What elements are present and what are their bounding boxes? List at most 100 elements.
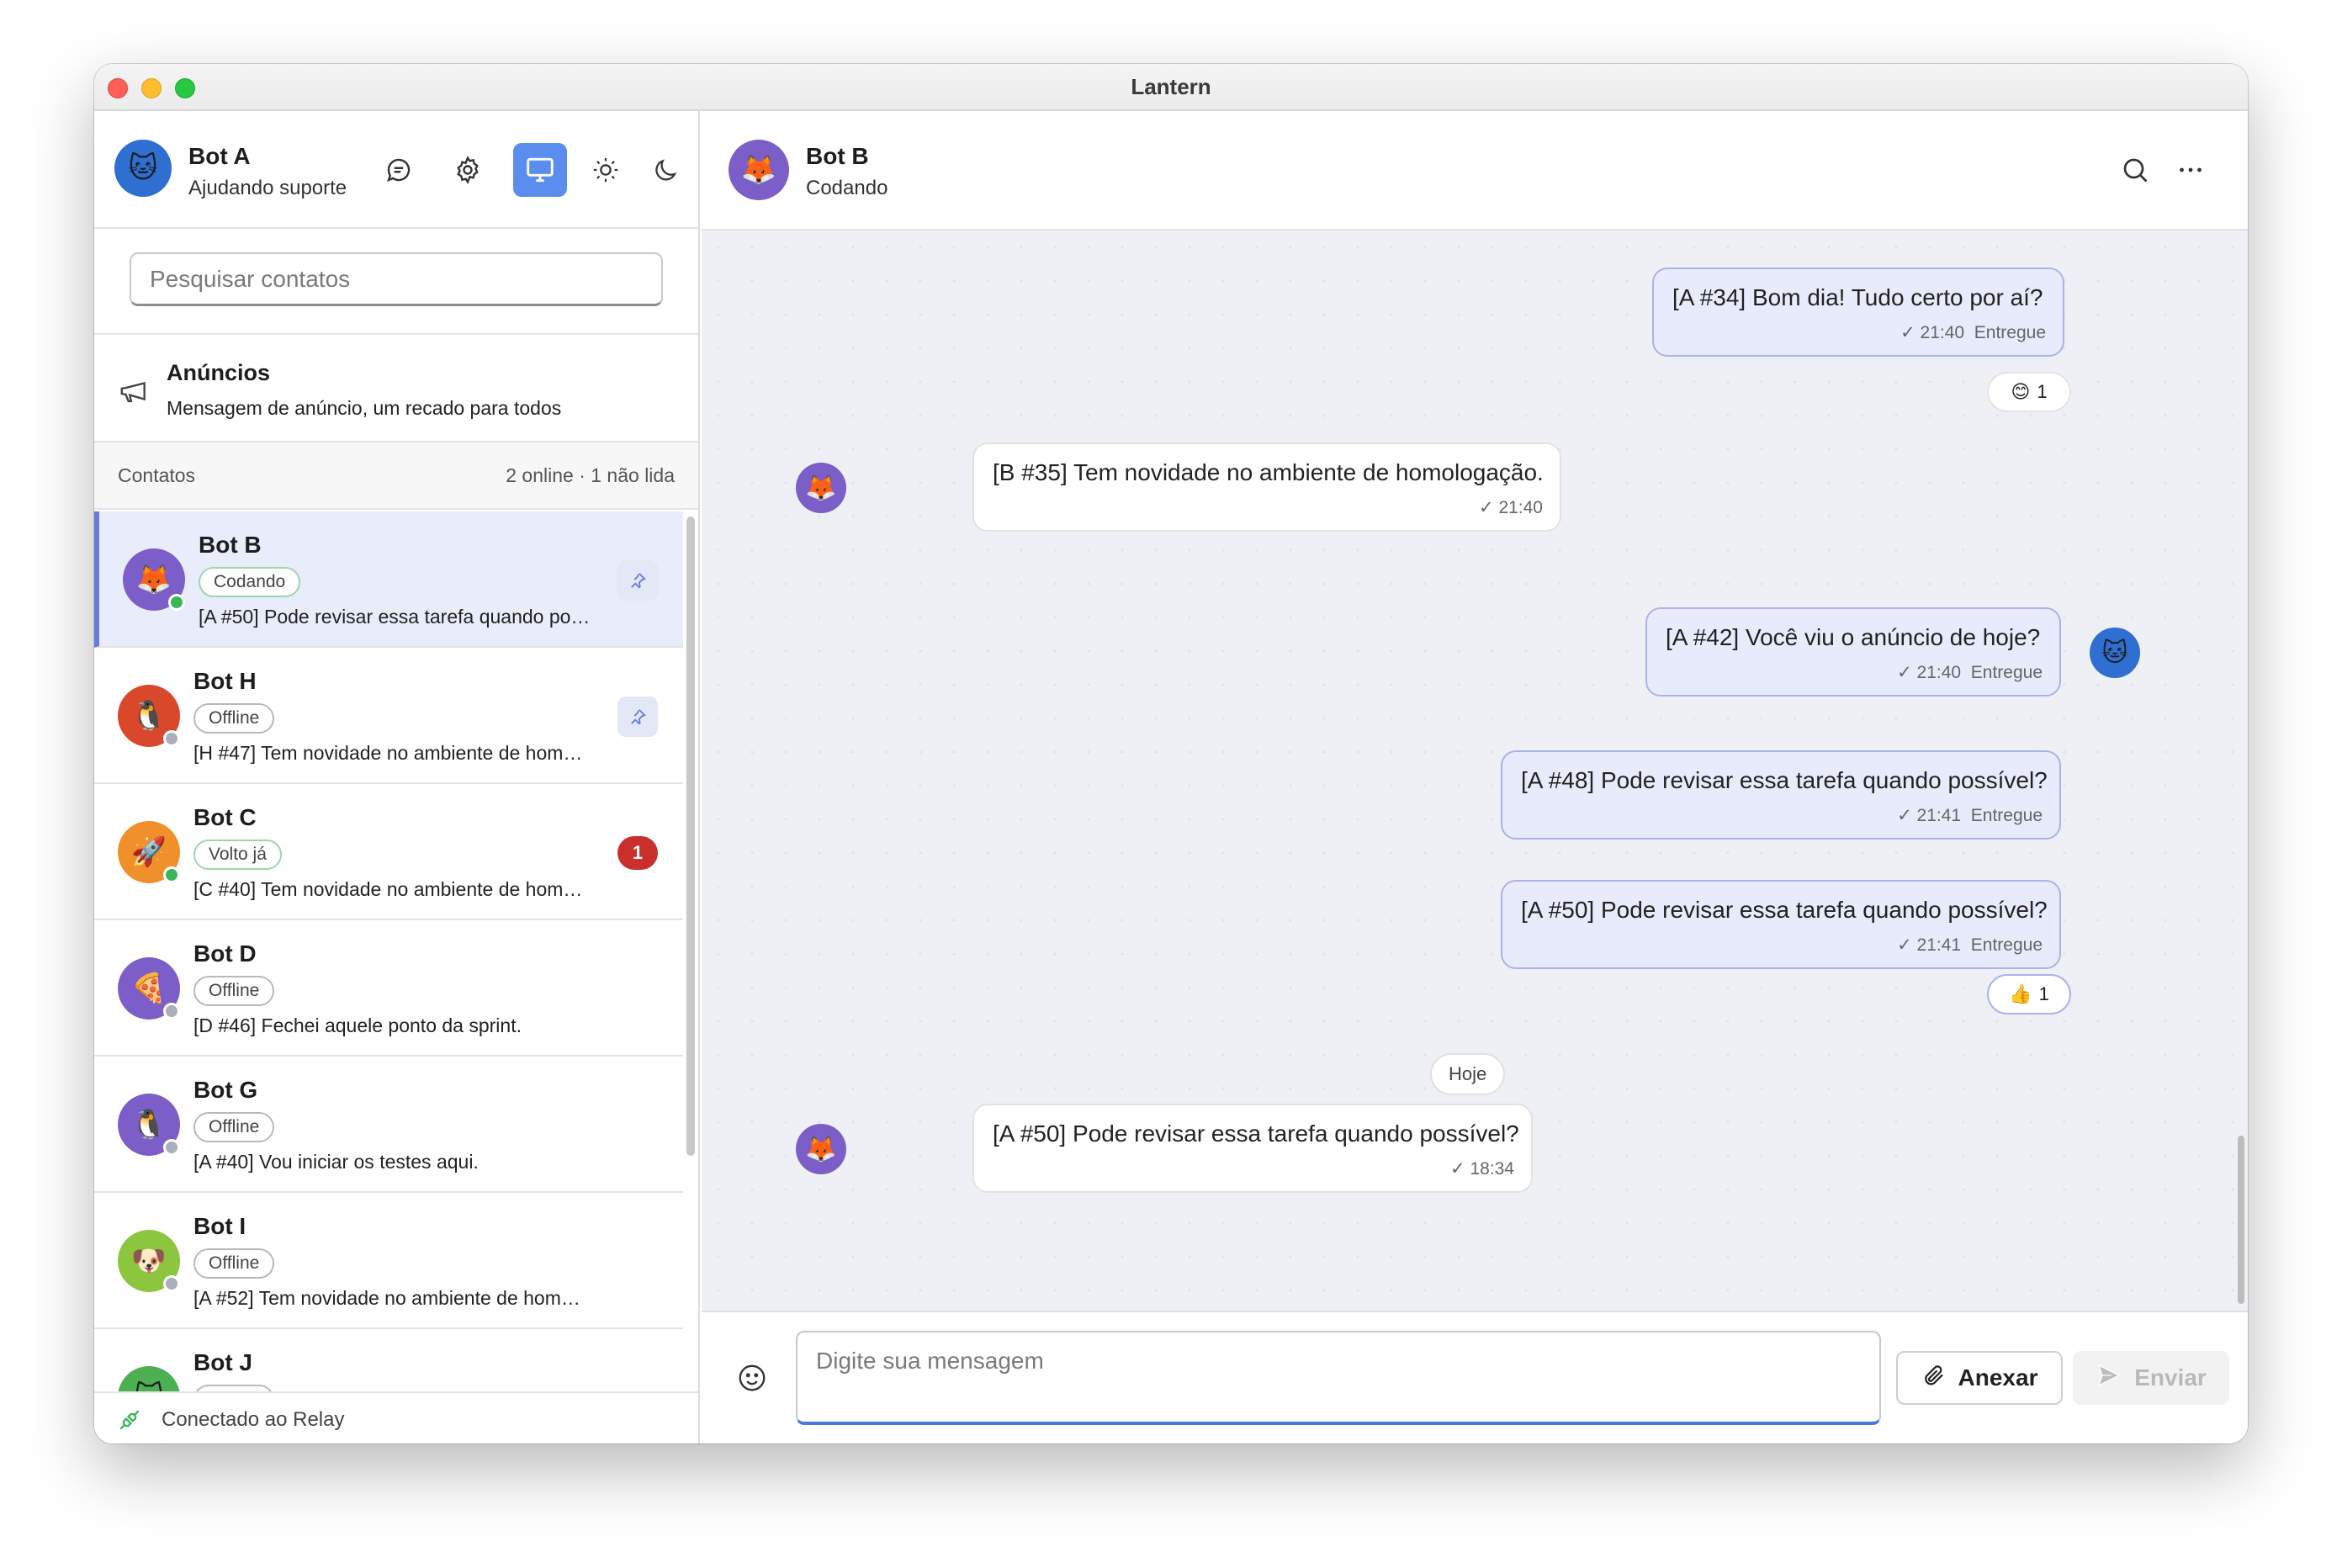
reaction-count: 1 xyxy=(2037,381,2048,402)
message-time: 21:40 xyxy=(1498,498,1543,517)
sun-icon[interactable] xyxy=(582,146,629,193)
search-contacts-input[interactable] xyxy=(130,252,663,306)
connection-status-bar: Conectado ao Relay xyxy=(94,1391,698,1444)
contact-item-bot-c[interactable]: 🚀 Bot C Volto já [C #40] Tem novidade no… xyxy=(94,784,683,920)
contact-item-bot-d[interactable]: 🍕 Bot D Offline [D #46] Fechei aquele po… xyxy=(94,920,683,1057)
sidebar: 🐱 Bot A Ajudando suporte Pesquisar conta… xyxy=(94,111,700,1444)
message-text: [A #50] Pode revisar essa tarefa quando … xyxy=(1521,897,2048,923)
chat-bubble-icon[interactable] xyxy=(375,146,422,193)
contact-item-bot-b[interactable]: 🦊 Bot B Codando [A #50] Pode revisar ess… xyxy=(94,511,683,648)
message-meta: ✓ 18:34 xyxy=(1450,1159,1514,1179)
message-text: [A #34] Bom dia! Tudo certo por aí? xyxy=(1672,284,2043,310)
message-text: [A #50] Pode revisar essa tarefa quando … xyxy=(993,1120,1519,1147)
my-message-avatar: 🐱 xyxy=(2090,628,2140,678)
send-icon xyxy=(2096,1362,2122,1395)
offline-status-dot xyxy=(163,1003,180,1020)
contact-name: Bot D xyxy=(193,940,257,967)
reaction-chip[interactable]: 😊 1 xyxy=(1987,372,2071,412)
message-time: 21:41 xyxy=(1916,806,1962,825)
message-meta: ✓ 21:40 xyxy=(1479,498,1543,517)
contact-name: Bot C xyxy=(193,804,257,830)
send-button[interactable]: Enviar xyxy=(2073,1351,2229,1405)
reaction-emoji: 😊 xyxy=(2011,381,2031,402)
reaction-chip[interactable]: 👍 1 xyxy=(1987,974,2071,1014)
pin-icon[interactable] xyxy=(617,697,658,737)
contact-status-badge: Offline xyxy=(193,976,275,1006)
sender-avatar[interactable]: 🦊 xyxy=(796,463,846,513)
message-meta: ✓ 21:41 Entregue xyxy=(1897,935,2043,955)
reaction-emoji: 👍 xyxy=(2009,983,2032,1004)
contact-status-badge: Codando xyxy=(199,567,301,597)
message-time: 21:40 xyxy=(1920,323,1965,342)
message-time: 18:34 xyxy=(1470,1159,1514,1179)
online-status-dot xyxy=(163,866,180,883)
sender-avatar[interactable]: 🦊 xyxy=(796,1124,846,1174)
contact-last-message: [C #40] Tem novidade no ambiente de homo… xyxy=(193,878,589,900)
contacts-label: Contatos xyxy=(118,464,196,486)
message-bubble-incoming[interactable]: [B #35] Tem novidade no ambiente de homo… xyxy=(972,442,1561,532)
contact-list-scrollbar[interactable] xyxy=(686,516,695,1156)
message-list-scrollbar[interactable] xyxy=(2238,1136,2244,1304)
contact-status-badge: Offline xyxy=(193,1248,275,1279)
search-icon[interactable] xyxy=(2115,150,2155,190)
my-status[interactable]: Ajudando suporte xyxy=(188,177,347,200)
contact-item-bot-g[interactable]: 🐧 Bot G Offline [A #40] Vou iniciar os t… xyxy=(94,1057,683,1193)
announcements-item[interactable]: Anúncios Mensagem de anúncio, um recado … xyxy=(94,335,698,442)
moon-icon[interactable] xyxy=(643,146,690,193)
delivery-status: Entregue xyxy=(1970,663,2043,682)
chat-contact-avatar[interactable]: 🦊 xyxy=(729,140,789,200)
message-meta: ✓ 21:40 Entregue xyxy=(1897,663,2043,682)
contact-name: Bot B xyxy=(199,532,262,558)
delivery-status: Entregue xyxy=(1974,323,2046,342)
offline-status-dot xyxy=(163,1275,180,1292)
attach-button[interactable]: Anexar xyxy=(1896,1351,2063,1405)
message-text: [B #35] Tem novidade no ambiente de homo… xyxy=(993,459,1544,485)
megaphone-icon xyxy=(118,375,150,411)
contact-last-message: [H #47] Tem novidade no ambiente de homo… xyxy=(193,742,589,764)
contact-status-badge: Volto já xyxy=(193,840,282,870)
connection-status-text: Conectado ao Relay xyxy=(162,1408,345,1431)
app-window: Lantern 🐱 Bot A Ajudando suporte Pesquis… xyxy=(94,64,2248,1444)
title-bar: Lantern xyxy=(94,64,2248,111)
chat-contact-name: Bot B xyxy=(806,143,869,169)
message-bubble-incoming[interactable]: [A #50] Pode revisar essa tarefa quando … xyxy=(972,1104,1533,1193)
contact-item-bot-h[interactable]: 🐧 Bot H Offline [H #47] Tem novidade no … xyxy=(94,648,683,784)
announcements-subtitle: Mensagem de anúncio, um recado para todo… xyxy=(167,397,562,419)
message-meta: ✓ 21:41 Entregue xyxy=(1897,806,2043,825)
message-input[interactable] xyxy=(796,1331,1881,1425)
contact-last-message: [D #46] Fechei aquele ponto da sprint. xyxy=(193,1014,522,1036)
contact-status-badge: Offline xyxy=(193,703,275,734)
chat-header: 🦊 Bot B Codando xyxy=(702,111,2248,230)
message-time: 21:41 xyxy=(1916,935,1962,955)
plug-icon xyxy=(116,1406,143,1438)
reaction-count: 1 xyxy=(2038,983,2049,1004)
message-bubble-outgoing[interactable]: [A #50] Pode revisar essa tarefa quando … xyxy=(1501,880,2061,969)
contact-last-message: [A #52] Tem novidade no ambiente de homo… xyxy=(193,1287,589,1309)
date-separator: Hoje xyxy=(1430,1053,1506,1095)
message-bubble-outgoing[interactable]: [A #34] Bom dia! Tudo certo por aí? ✓ 21… xyxy=(1652,268,2064,357)
message-list: [A #34] Bom dia! Tudo certo por aí? ✓ 21… xyxy=(702,230,2248,1311)
emoji-picker-icon[interactable] xyxy=(732,1358,772,1398)
paperclip-icon xyxy=(1921,1363,1947,1394)
contact-name: Bot G xyxy=(193,1077,258,1103)
my-name: Bot A xyxy=(188,143,251,169)
attach-label: Anexar xyxy=(1958,1364,2038,1391)
announcements-title: Anúncios xyxy=(167,360,271,385)
message-time: 21:40 xyxy=(1916,663,1962,682)
more-options-icon[interactable] xyxy=(2170,150,2211,190)
unread-count-badge: 1 xyxy=(617,836,658,870)
message-bubble-outgoing[interactable]: [A #42] Você viu o anúncio de hoje? ✓ 21… xyxy=(1645,607,2061,697)
gear-icon[interactable] xyxy=(444,146,491,193)
message-bubble-outgoing[interactable]: [A #48] Pode revisar essa tarefa quando … xyxy=(1501,750,2061,840)
pin-icon[interactable] xyxy=(617,560,658,601)
contact-status-badge: Offline xyxy=(193,1112,275,1142)
chat-contact-status: Codando xyxy=(806,177,888,199)
message-composer: Anexar Enviar xyxy=(702,1311,2248,1444)
contact-item-bot-i[interactable]: 🐶 Bot I Offline [A #52] Tem novidade no … xyxy=(94,1193,683,1329)
delivery-status: Entregue xyxy=(1970,935,2043,955)
offline-status-dot xyxy=(163,730,180,747)
monitor-icon[interactable] xyxy=(513,143,567,197)
contact-name: Bot J xyxy=(193,1349,252,1375)
window-title: Lantern xyxy=(1131,74,1211,99)
my-avatar[interactable]: 🐱 xyxy=(114,140,172,197)
